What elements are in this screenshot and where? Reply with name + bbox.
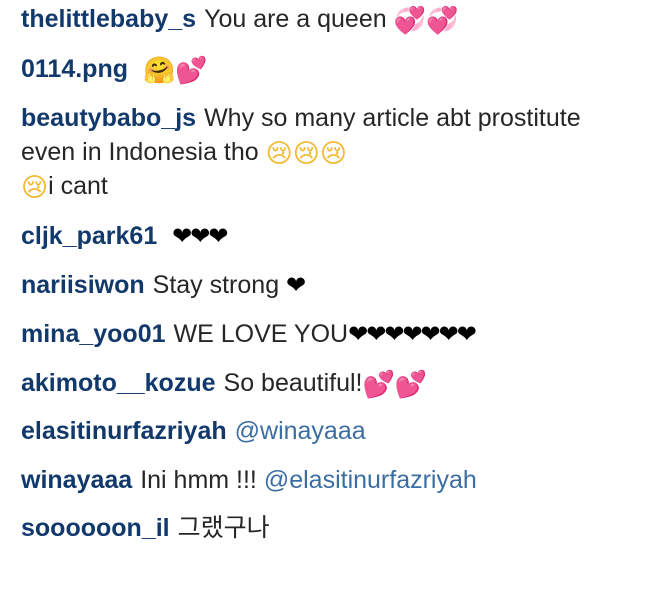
mention-link[interactable]: @winayaaa [235,417,366,445]
comment-username[interactable]: mina_yoo01 [21,320,166,348]
comment-username[interactable]: nariisiwon [21,271,145,299]
comment-text: Stay strong [152,271,280,299]
comment-text: You are a queen [204,5,387,33]
comment-item: akimoto__kozue So beautiful!💕💕 [21,366,641,400]
black-heart-emoji: ❤ [286,272,306,299]
comment-username[interactable]: beautybabo_js [21,104,196,132]
crying-face-emoji: 😢😢😢 [265,139,347,169]
crying-face-emoji: 😢 [21,173,49,203]
comment-text: So beautiful! [223,369,363,397]
comment-text: i cant [48,172,108,200]
black-heart-emoji: ❤❤❤❤❤❤❤ [348,321,477,348]
comment-username[interactable]: akimoto__kozue [21,369,216,397]
comment-text: Ini hmm !!! [140,466,257,494]
comment-item: elasitinurfazriyah @winayaaa [21,414,641,448]
comment-item: mina_yoo01 WE LOVE YOU❤❤❤❤❤❤❤ [21,317,641,352]
black-heart-emoji: ❤❤❤ [172,223,228,250]
comment-item: nariisiwon Stay strong ❤ [21,268,641,303]
comment-username[interactable]: 0114.png [21,55,128,83]
comment-text: 그랬구나 [177,514,270,542]
comment-item: winayaaa Ini hmm !!! @elasitinurfazriyah [21,463,641,497]
comment-username[interactable]: thelittlebaby_s [21,5,196,33]
comment-username[interactable]: soooooon_il [21,514,170,542]
comment-item: 0114.png 🤗💕 [21,52,641,86]
comment-username[interactable]: cljk_park61 [21,222,157,250]
comment-text: WE LOVE YOU [173,320,349,348]
comment-username[interactable]: elasitinurfazriyah [21,417,227,445]
mention-link[interactable]: @elasitinurfazriyah [264,466,477,494]
comment-username[interactable]: winayaaa [21,466,132,494]
hugging-face-and-hearts-emoji: 🤗💕 [142,56,208,86]
comment-item: beautybabo_js Why so many article abt pro… [21,101,641,203]
comment-item: thelittlebaby_s You are a queen 💞💞 [21,2,641,36]
two-hearts-emoji: 💕💕 [362,370,428,400]
sparkling-heart-emoji: 💞💞 [393,6,459,36]
comment-item: soooooon_il 그랬구나 [21,511,641,545]
comment-item: cljk_park61 ❤❤❤ [21,219,641,254]
